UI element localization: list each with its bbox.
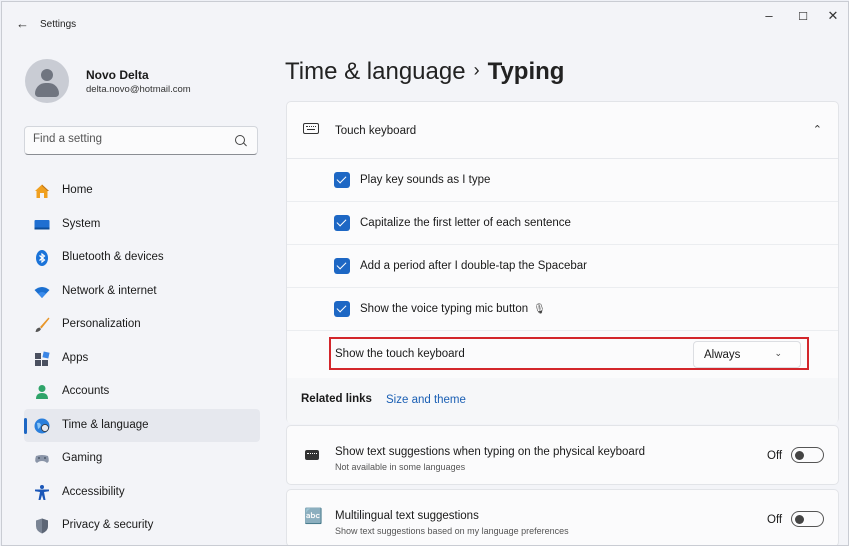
text-suggestions-subtitle: Not available in some languages bbox=[335, 462, 466, 472]
sidebar-item-label: System bbox=[62, 217, 101, 230]
sidebar-item-label: Accessibility bbox=[62, 485, 125, 498]
sidebar-item-label: Time & language bbox=[62, 418, 149, 431]
system-icon bbox=[34, 219, 50, 229]
avatar-shoulders bbox=[35, 83, 59, 97]
breadcrumb-separator: › bbox=[473, 60, 480, 80]
option-label: Add a period after I double-tap the Spac… bbox=[360, 260, 587, 272]
touch-keyboard-header[interactable]: Touch keyboard ⌃ bbox=[287, 102, 838, 159]
sidebar-item-personalization[interactable]: Personalization bbox=[24, 308, 260, 342]
multilingual-subtitle: Show text suggestions based on my langua… bbox=[335, 526, 569, 536]
capitalize-checkbox[interactable] bbox=[334, 215, 350, 231]
microphone-icon: 🎙 bbox=[533, 304, 546, 315]
key-sounds-checkbox[interactable] bbox=[334, 172, 350, 188]
multilingual-card: 🔤 Multilingual text suggestions Show tex… bbox=[286, 489, 839, 545]
touch-keyboard-title: Touch keyboard bbox=[335, 125, 417, 137]
user-email: delta.novo@hotmail.com bbox=[86, 84, 191, 95]
option-row: Show the voice typing mic button 🎙 bbox=[287, 288, 838, 331]
globe-icon bbox=[34, 418, 50, 433]
app-title: Settings bbox=[40, 19, 77, 30]
sidebar-item-accessibility[interactable]: Accessibility bbox=[24, 476, 260, 510]
sidebar-item-apps[interactable]: Apps bbox=[24, 342, 260, 376]
sidebar-nav: Home System Bluetooth & devices Network … bbox=[24, 174, 260, 543]
maximize-button[interactable]: ☐ bbox=[788, 10, 818, 23]
double-tap-period-checkbox[interactable] bbox=[334, 258, 350, 274]
related-links-label: Related links bbox=[301, 393, 372, 405]
option-label: Play key sounds as I type bbox=[360, 174, 491, 186]
breadcrumb-parent[interactable]: Time & language bbox=[285, 58, 466, 85]
sidebar-item-label: Bluetooth & devices bbox=[62, 251, 164, 263]
toggle-state-label: Off bbox=[767, 514, 783, 526]
chevron-up-icon[interactable]: ⌃ bbox=[813, 123, 822, 136]
sidebar-item-privacy[interactable]: Privacy & security bbox=[24, 509, 260, 543]
title-bar: ← Settings – ☐ ✕ bbox=[2, 2, 848, 40]
apps-icon bbox=[35, 350, 50, 366]
keyboard-icon bbox=[303, 123, 319, 134]
option-row: Add a period after I double-tap the Spac… bbox=[287, 245, 838, 288]
sidebar-item-bluetooth[interactable]: Bluetooth & devices bbox=[24, 241, 260, 275]
home-icon bbox=[35, 184, 49, 198]
sidebar-item-label: Personalization bbox=[62, 318, 141, 330]
sidebar-item-label: Apps bbox=[62, 351, 89, 364]
search-box[interactable] bbox=[24, 126, 258, 155]
wifi-icon bbox=[34, 286, 50, 298]
text-suggestions-toggle[interactable] bbox=[791, 447, 824, 463]
sidebar-item-label: Home bbox=[62, 184, 93, 196]
bluetooth-icon bbox=[36, 250, 48, 266]
sidebar-item-system[interactable]: System bbox=[24, 208, 260, 242]
settings-window: ← Settings – ☐ ✕ Novo Delta delta.novo@h… bbox=[1, 1, 849, 546]
sidebar-item-home[interactable]: Home bbox=[24, 174, 260, 208]
chevron-down-icon: ⌄ bbox=[774, 348, 782, 358]
toggle-state-label: Off bbox=[767, 450, 783, 462]
multilingual-title: Multilingual text suggestions bbox=[335, 510, 479, 522]
touch-keyboard-card: Touch keyboard ⌃ Play key sounds as I ty… bbox=[286, 101, 839, 424]
sidebar-item-label: Network & internet bbox=[62, 284, 157, 297]
sidebar-item-label: Privacy & security bbox=[62, 519, 154, 531]
show-touch-keyboard-dropdown[interactable]: Always ⌄ bbox=[693, 341, 801, 368]
sidebar-item-label: Gaming bbox=[62, 452, 103, 464]
shield-icon bbox=[36, 518, 48, 534]
search-input[interactable] bbox=[33, 133, 223, 145]
option-label: Show the voice typing mic button 🎙 bbox=[360, 303, 546, 315]
close-button[interactable]: ✕ bbox=[818, 8, 848, 24]
show-touch-keyboard-row: Show the touch keyboard Always ⌄ bbox=[287, 332, 838, 379]
active-indicator bbox=[24, 417, 27, 434]
language-icon: 🔤 bbox=[304, 508, 323, 525]
minimize-button[interactable]: – bbox=[754, 8, 784, 23]
option-row: Play key sounds as I type bbox=[287, 159, 838, 202]
accounts-icon bbox=[36, 385, 48, 399]
text-suggestions-card: Show text suggestions when typing on the… bbox=[286, 425, 839, 485]
avatar-head bbox=[41, 69, 53, 81]
accessibility-icon bbox=[35, 484, 49, 500]
page-title: Typing bbox=[487, 58, 565, 85]
user-name: Novo Delta bbox=[86, 68, 149, 82]
brush-icon bbox=[35, 317, 50, 332]
keyboard-icon bbox=[305, 450, 319, 460]
sidebar-item-gaming[interactable]: Gaming bbox=[24, 442, 260, 476]
sidebar-item-label: Accounts bbox=[62, 385, 110, 397]
multilingual-toggle[interactable] bbox=[791, 511, 824, 527]
option-label: Capitalize the first letter of each sent… bbox=[360, 217, 571, 229]
sidebar-item-time-language[interactable]: Time & language bbox=[24, 408, 260, 442]
voice-mic-label: Show the voice typing mic button bbox=[360, 303, 529, 315]
sidebar-item-network[interactable]: Network & internet bbox=[24, 275, 260, 309]
dropdown-value: Always bbox=[704, 349, 741, 361]
show-touch-keyboard-label: Show the touch keyboard bbox=[335, 348, 465, 360]
avatar[interactable] bbox=[25, 59, 69, 103]
gamepad-icon bbox=[35, 455, 49, 463]
option-row: Capitalize the first letter of each sent… bbox=[287, 202, 838, 245]
breadcrumb: Time & language › Typing bbox=[285, 58, 564, 86]
text-suggestions-title: Show text suggestions when typing on the… bbox=[335, 446, 646, 458]
related-links: Related links Size and theme bbox=[287, 378, 838, 424]
voice-mic-checkbox[interactable] bbox=[334, 301, 350, 317]
sidebar-item-accounts[interactable]: Accounts bbox=[24, 375, 260, 409]
back-arrow-icon[interactable]: ← bbox=[16, 16, 29, 31]
size-and-theme-link[interactable]: Size and theme bbox=[386, 394, 466, 406]
search-icon[interactable] bbox=[235, 135, 245, 145]
